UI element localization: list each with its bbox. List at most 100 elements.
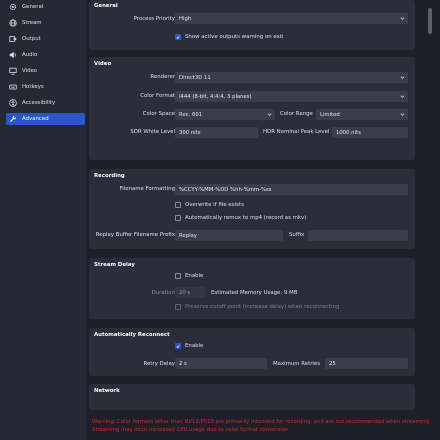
color-format-select[interactable]: I444 (8-bit, 4:4:4, 3 planes) [175, 91, 408, 102]
recording-section: Recording Filename Formatting %CCYY-%MM-… [89, 169, 415, 249]
sidebar-item-label: Advanced [22, 116, 49, 122]
settings-sidebar: General Stream Output Audio Video Hotkey… [0, 0, 86, 440]
accessibility-icon [9, 99, 17, 107]
scrollbar-track[interactable] [425, 0, 433, 410]
sidebar-item-label: Video [22, 68, 38, 74]
checkbox-unchecked-icon [175, 215, 181, 221]
select-value: I444 (8-bit, 4:4:4, 3 planes) [179, 93, 252, 100]
spinbox-value: 25 [329, 360, 336, 367]
network-section: Network [89, 384, 415, 410]
select-value: High [179, 15, 192, 22]
duration-label: Duration [151, 290, 175, 296]
section-title: Stream Delay [94, 262, 135, 268]
color-range-select[interactable]: Limited [316, 109, 408, 120]
sidebar-item-accessibility[interactable]: Accessibility [6, 97, 85, 109]
chevron-down-icon [400, 76, 405, 79]
section-title: Video [94, 61, 112, 67]
hdr-peak-level-label: HDR Nominal Peak Level [263, 129, 330, 135]
checkbox-label: Show active outputs warning on exit [185, 34, 284, 40]
checkbox-unchecked-icon [175, 304, 181, 310]
sidebar-item-advanced[interactable]: Advanced [6, 113, 85, 125]
sidebar-item-label: Stream [22, 20, 42, 26]
chevron-down-icon [267, 113, 272, 116]
spinbox-value: 2 s [179, 360, 187, 367]
stream-delay-enable-checkbox[interactable]: Enable [175, 273, 203, 279]
suffix-label: Suffix [289, 232, 305, 238]
duration-spinbox[interactable]: 20 s [175, 287, 205, 298]
sidebar-item-hotkeys[interactable]: Hotkeys [6, 81, 85, 93]
section-title: General [94, 3, 118, 9]
preserve-cutoff-checkbox[interactable]: Preserve cutoff point (increase delay) w… [175, 304, 339, 310]
reconnect-enable-checkbox[interactable]: Enable [175, 343, 203, 349]
sidebar-item-audio[interactable]: Audio [6, 49, 85, 61]
sidebar-item-label: Output [22, 36, 41, 42]
sdr-white-level-spinbox[interactable]: 300 nits [175, 127, 258, 138]
retry-delay-spinbox[interactable]: 2 s [175, 358, 267, 369]
spinbox-value: 1000 nits [336, 129, 361, 136]
speaker-icon [9, 51, 17, 59]
sidebar-item-label: Accessibility [22, 100, 56, 106]
chevron-down-icon [400, 17, 405, 20]
color-format-warning: Warning: Color formats other than NV12/P… [92, 419, 431, 433]
select-value: Direct3D 11 [179, 74, 211, 81]
reconnect-section: Automatically Reconnect Enable Retry Del… [89, 328, 415, 376]
suffix-input[interactable] [308, 230, 408, 241]
general-section: General Process Priority High Show activ… [89, 0, 415, 50]
filename-formatting-input[interactable]: %CCYY-%MM-%DD %hh-%mm-%ss [175, 184, 408, 195]
select-value: Limited [320, 111, 340, 118]
replay-prefix-label: Replay Buffer Filename Prefix [95, 232, 175, 238]
renderer-select[interactable]: Direct3D 11 [175, 72, 408, 83]
sidebar-item-output[interactable]: Output [6, 33, 85, 45]
renderer-label: Renderer [150, 74, 175, 80]
section-title: Recording [94, 173, 125, 179]
scrollbar-thumb[interactable] [428, 8, 432, 34]
video-section: Video Renderer Direct3D 11 Color Format … [89, 57, 415, 160]
advanced-settings-panel: General Process Priority High Show activ… [86, 0, 425, 410]
retry-delay-label: Retry Delay [143, 361, 175, 367]
color-format-label: Color Format [140, 93, 175, 99]
section-title: Automatically Reconnect [94, 332, 170, 338]
output-icon [9, 35, 17, 43]
checkbox-label: Automatically remux to mp4 (record as mk… [185, 215, 307, 221]
checkbox-label: Enable [185, 343, 204, 349]
remux-checkbox[interactable]: Automatically remux to mp4 (record as mk… [175, 215, 306, 221]
overwrite-checkbox[interactable]: Overwrite if file exists [175, 202, 244, 208]
stream-delay-section: Stream Delay Enable Duration 20 s Estima… [89, 258, 415, 319]
checkbox-label: Preserve cutoff point (increase delay) w… [185, 304, 340, 310]
input-value: Replay [179, 232, 197, 239]
color-space-label: Color Space [142, 111, 175, 117]
sidebar-item-video[interactable]: Video [6, 65, 85, 77]
checkbox-unchecked-icon [175, 202, 181, 208]
checkbox-checked-icon [175, 34, 181, 40]
checkbox-unchecked-icon [175, 273, 181, 279]
chevron-down-icon [400, 113, 405, 116]
sidebar-item-label: General [22, 4, 44, 10]
replay-prefix-input[interactable]: Replay [175, 230, 283, 241]
sdr-white-level-label: SDR White Level [130, 129, 175, 135]
checkbox-label: Enable [185, 273, 204, 279]
input-value: %CCYY-%MM-%DD %hh-%mm-%ss [179, 186, 272, 193]
show-active-outputs-checkbox[interactable]: Show active outputs warning on exit [175, 34, 283, 40]
filename-formatting-label: Filename Formatting [119, 186, 175, 192]
hdr-peak-level-spinbox[interactable]: 1000 nits [332, 127, 408, 138]
max-retries-label: Maximum Retries [273, 361, 321, 367]
globe-icon [9, 19, 17, 27]
max-retries-spinbox[interactable]: 25 [325, 358, 408, 369]
chevron-down-icon [400, 95, 405, 98]
color-range-label: Color Range [280, 111, 313, 117]
sidebar-item-stream[interactable]: Stream [6, 17, 85, 29]
process-priority-label: Process Priority [133, 16, 175, 22]
sidebar-item-general[interactable]: General [6, 1, 85, 13]
sidebar-item-label: Audio [22, 52, 38, 58]
process-priority-select[interactable]: High [175, 13, 408, 24]
select-value: Rec. 601 [179, 111, 203, 118]
spinbox-value: 300 nits [179, 129, 201, 136]
color-space-select[interactable]: Rec. 601 [175, 109, 275, 120]
spinbox-value: 20 s [179, 289, 191, 296]
gear-icon [9, 3, 17, 11]
checkbox-checked-icon [175, 343, 181, 349]
monitor-icon [9, 67, 17, 75]
sidebar-item-label: Hotkeys [22, 84, 44, 90]
section-title: Network [94, 388, 120, 394]
checkbox-label: Overwrite if file exists [185, 202, 244, 208]
